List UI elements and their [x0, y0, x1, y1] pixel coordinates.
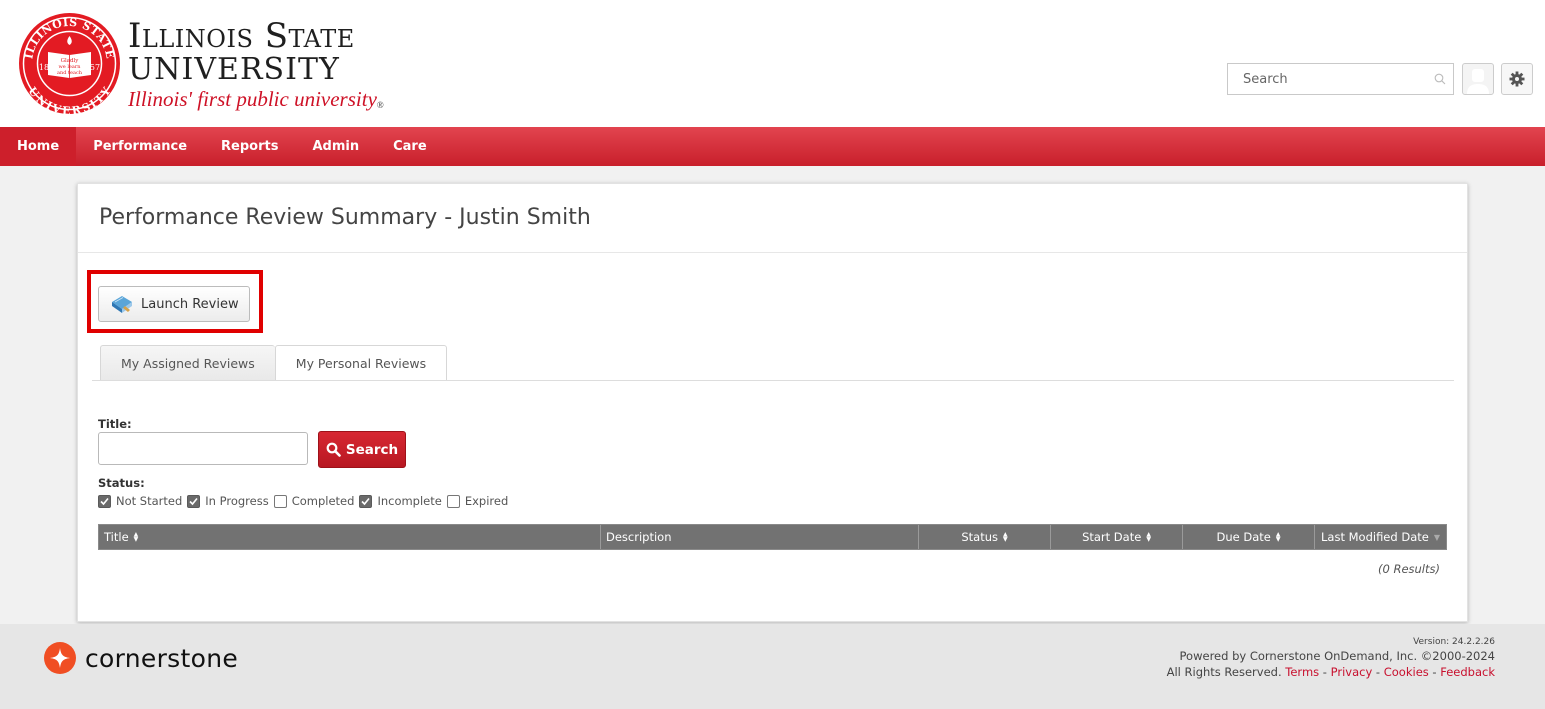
settings-button[interactable]: [1501, 63, 1533, 95]
footer-info: Version: 24.2.2.26 Powered by Cornerston…: [1167, 637, 1495, 680]
tab-my-personal-reviews[interactable]: My Personal Reviews: [274, 345, 448, 381]
checkbox-in-progress[interactable]: [187, 494, 201, 508]
page-title: Performance Review Summary - Justin Smit…: [99, 205, 591, 230]
status-option-expired[interactable]: Expired: [446, 494, 509, 508]
sort-both-icon: ▲ ▼: [133, 531, 139, 543]
main-nav: Home Performance Reports Admin Care: [0, 127, 1545, 166]
cookies-link[interactable]: Cookies: [1384, 665, 1429, 679]
status-label: Completed: [291, 494, 355, 508]
privacy-link[interactable]: Privacy: [1331, 665, 1373, 679]
column-header-status[interactable]: Status ▲ ▼: [919, 525, 1051, 549]
column-label: Status: [961, 530, 999, 544]
university-wordmark[interactable]: Illinois State UNIVERSITY Illinois' firs…: [128, 18, 384, 118]
title-filter-label: Title:: [98, 417, 132, 431]
checkbox-expired[interactable]: [446, 494, 460, 508]
book-icon: [112, 296, 132, 313]
status-option-in-progress[interactable]: In Progress: [187, 494, 269, 508]
link-separator: -: [1428, 665, 1441, 679]
nav-item-home[interactable]: Home: [0, 127, 77, 166]
nav-item-care[interactable]: Care: [376, 127, 444, 166]
results-count: (0 Results): [1378, 562, 1440, 576]
status-option-not-started[interactable]: Not Started: [98, 494, 182, 508]
sort-desc-icon: ▼: [1433, 532, 1440, 542]
site-footer: cornerstone Version: 24.2.2.26 Powered b…: [0, 624, 1545, 709]
sort-both-icon: ▲ ▼: [1146, 531, 1151, 543]
user-avatar-icon: [1467, 69, 1489, 94]
status-label: Expired: [464, 494, 509, 508]
nav-item-admin[interactable]: Admin: [295, 127, 376, 166]
nav-item-reports[interactable]: Reports: [204, 127, 295, 166]
search-button-label: Search: [345, 441, 399, 458]
title-divider: [78, 252, 1467, 253]
link-separator: -: [1319, 665, 1331, 679]
checkbox-incomplete[interactable]: [359, 494, 373, 508]
gear-icon: [1509, 71, 1525, 87]
wordmark-line2: UNIVERSITY: [128, 52, 340, 87]
global-search: [1227, 63, 1454, 95]
svg-text:57: 57: [90, 63, 100, 72]
column-label: Last Modified Date: [1321, 530, 1429, 544]
checkmark-icon: [189, 497, 198, 505]
feedback-link[interactable]: Feedback: [1440, 665, 1495, 679]
column-label: Due Date: [1216, 530, 1271, 544]
search-button[interactable]: Search: [318, 431, 406, 468]
column-header-due-date[interactable]: Due Date ▲ ▼: [1183, 525, 1315, 549]
link-separator: -: [1372, 665, 1384, 679]
svg-text:18: 18: [39, 63, 49, 72]
title-filter-input[interactable]: [98, 432, 308, 465]
nav-item-performance[interactable]: Performance: [76, 127, 204, 166]
column-label: Title: [104, 530, 129, 544]
status-option-completed[interactable]: Completed: [273, 494, 355, 508]
checkbox-not-started[interactable]: [98, 494, 111, 508]
launch-review-button[interactable]: Launch Review: [98, 286, 250, 322]
checkbox-completed[interactable]: [273, 494, 287, 508]
search-icon: [326, 442, 341, 457]
university-seal-logo[interactable]: ILLINOIS STATE UNIVERSITY Gladly we lear…: [18, 12, 121, 115]
checkmark-icon: [361, 497, 371, 505]
column-label: Description: [606, 530, 672, 544]
tab-my-assigned-reviews[interactable]: My Assigned Reviews: [100, 345, 275, 381]
status-label: In Progress: [205, 494, 269, 508]
rights-text: All Rights Reserved.: [1166, 665, 1282, 679]
sort-both-icon: ▲ ▼: [1275, 531, 1281, 543]
wordmark-tagline: Illinois' first public university®: [128, 86, 384, 118]
status-label: Incomplete: [377, 494, 442, 508]
footer-links-line: All Rights Reserved. Terms - Privacy - C…: [1167, 664, 1495, 680]
status-option-incomplete[interactable]: Incomplete: [359, 494, 442, 508]
site-header: ILLINOIS STATE UNIVERSITY Gladly we lear…: [0, 0, 1545, 127]
sort-both-icon: ▲ ▼: [1003, 531, 1008, 543]
svg-text:and teach: and teach: [57, 70, 83, 76]
column-header-title[interactable]: Title ▲ ▼: [99, 525, 601, 549]
column-header-description: Description: [601, 525, 919, 549]
status-label: Not Started: [116, 494, 183, 508]
tabs-baseline: [92, 380, 1454, 381]
terms-link[interactable]: Terms: [1285, 665, 1319, 679]
cornerstone-logo: cornerstone: [44, 642, 238, 674]
checkmark-icon: [100, 497, 109, 505]
column-label: Start Date: [1082, 530, 1142, 544]
user-avatar-button[interactable]: [1462, 63, 1494, 95]
review-summary-panel: Performance Review Summary - Justin Smit…: [77, 183, 1468, 622]
powered-by-text: Powered by Cornerstone OnDemand, Inc. ©2…: [1179, 649, 1495, 663]
tagline-text: Illinois' first public university: [128, 87, 377, 111]
reviews-table-header: Title ▲ ▼ Description Status ▲ ▼ Start Date ▲…: [98, 524, 1447, 550]
magnifier-icon[interactable]: [1427, 73, 1453, 85]
cornerstone-logo-text: cornerstone: [85, 643, 239, 673]
column-header-last-modified-date[interactable]: Last Modified Date ▼: [1315, 525, 1446, 549]
status-filter-group: Not Started In Progress Completed Incomp…: [98, 494, 513, 508]
launch-review-label: Launch Review: [141, 296, 239, 312]
column-header-start-date[interactable]: Start Date ▲ ▼: [1051, 525, 1183, 549]
registered-mark: ®: [376, 100, 384, 110]
review-tabs: My Assigned Reviews My Personal Reviews: [100, 345, 448, 381]
status-filter-label: Status:: [98, 476, 145, 490]
global-search-input[interactable]: [1228, 64, 1427, 94]
version-text: Version: 24.2.2.26: [1413, 637, 1495, 647]
wordmark-line1: Illinois State: [128, 16, 355, 56]
cornerstone-star-icon: [44, 642, 76, 674]
